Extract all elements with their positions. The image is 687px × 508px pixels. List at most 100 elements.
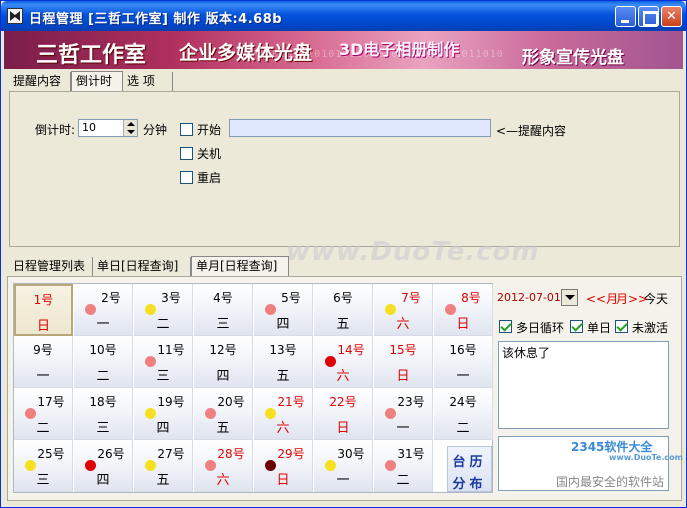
calendar-weekday: 五 <box>276 369 290 384</box>
calendar-day-cell[interactable]: 7号六 <box>374 284 433 336</box>
calendar-day-cell[interactable]: 25号三 <box>14 440 73 492</box>
spinner-arrows-icon[interactable] <box>123 120 137 136</box>
calendar-day-cell[interactable]: 23号一 <box>374 388 433 440</box>
tab-countdown[interactable]: 倒计时 <box>71 71 123 92</box>
calendar-weekday: 日 <box>456 317 470 332</box>
calendar-day-number: 29号 <box>277 447 305 461</box>
calendar-day-cell[interactable]: 8号日 <box>434 284 493 336</box>
slogan-watermark: 国内最安全的软件站 <box>556 475 665 489</box>
calendar-day-cell[interactable]: 21号六 <box>254 388 313 440</box>
calendar-day-cell[interactable]: 20号五 <box>194 388 253 440</box>
calendar-day-number: 27号 <box>157 447 185 461</box>
calendar-weekday: 日 <box>396 369 410 384</box>
minutes-unit-label: 分钟 <box>143 123 168 137</box>
calendar-day-number: 22号 <box>329 395 357 409</box>
calendar-day-cell[interactable]: 14号六 <box>314 336 373 388</box>
top-tab-bar: 提醒内容 倒计时 选 项 <box>9 71 679 92</box>
start-checkbox[interactable] <box>180 123 193 136</box>
calendar-day-cell[interactable]: 22号日 <box>314 388 373 440</box>
calendar-day-cell[interactable]: 3号二 <box>134 284 193 336</box>
calendar-day-number: 5号 <box>281 291 301 305</box>
calendar-weekday: 三 <box>36 473 50 488</box>
maximize-button[interactable] <box>638 6 659 27</box>
calendar-day-number: 2号 <box>101 291 121 305</box>
calendar-weekday: 日 <box>36 319 50 334</box>
calendar-weekday: 二 <box>396 473 410 488</box>
calendar-day-number: 28号 <box>217 447 245 461</box>
today-button[interactable]: 今天 <box>644 290 668 307</box>
prev-month-button[interactable]: <<月 <box>586 290 618 307</box>
calendar-day-number: 1号 <box>33 293 54 307</box>
calendar-day-cell[interactable]: 10号二 <box>74 336 133 388</box>
calendar-weekday: 四 <box>276 317 290 332</box>
calendar-day-number: 15号 <box>389 343 417 357</box>
logo-url-watermark: www.DuoTe.com <box>609 453 683 462</box>
calendar-weekday: 一 <box>396 421 410 436</box>
tab-single-month-query[interactable]: 单月[日程查询] <box>191 256 289 277</box>
shutdown-label: 关机 <box>197 147 222 161</box>
calendar-day-cell[interactable]: 19号四 <box>134 388 193 440</box>
calendar-weekday: 一 <box>336 473 350 488</box>
calendar-day-number: 12号 <box>209 343 237 357</box>
calendar-day-number: 13号 <box>269 343 297 357</box>
single-day-checkbox[interactable] <box>570 320 583 333</box>
reminder-content-input[interactable] <box>229 119 491 137</box>
minimize-button[interactable] <box>615 6 636 27</box>
calendar-day-cell[interactable]: 27号五 <box>134 440 193 492</box>
calendar-day-number: 11号 <box>157 343 185 357</box>
calendar-day-cell[interactable]: 17号二 <box>14 388 73 440</box>
calendar-day-cell[interactable]: 31号二 <box>374 440 433 492</box>
calendar-day-cell[interactable]: 5号四 <box>254 284 313 336</box>
restart-checkbox[interactable] <box>180 171 193 184</box>
calendar-weekday: 日 <box>276 473 290 488</box>
calendar-day-cell[interactable]: 4号三 <box>194 284 253 336</box>
tab-reminder-content[interactable]: 提醒内容 <box>9 72 71 92</box>
calendar-weekday: 一 <box>96 317 110 332</box>
calendar-day-cell[interactable]: 11号三 <box>134 336 193 388</box>
countdown-minutes-spinner[interactable]: 10 <box>78 119 138 137</box>
calendar-day-number: 8号 <box>461 291 481 305</box>
calendar-weekday: 四 <box>96 473 110 488</box>
banner-studio-name: 三哲工作室 <box>36 43 147 68</box>
tab-options[interactable]: 选 项 <box>123 72 173 92</box>
schedule-memo-textarea[interactable]: 该休息了 <box>498 341 669 429</box>
close-button[interactable]: ✕ <box>661 6 682 27</box>
start-label: 开始 <box>197 123 222 137</box>
calendar-weekday: 一 <box>456 369 470 384</box>
calendar-day-number: 19号 <box>157 395 185 409</box>
single-day-label: 单日 <box>587 321 612 335</box>
calendar-day-number: 26号 <box>97 447 125 461</box>
calendar-day-cell[interactable]: 29号日 <box>254 440 313 492</box>
title-bar[interactable]: 日程管理 [三哲工作室] 制作 版本:4.68b ✕ <box>1 1 686 31</box>
calendar-day-cell[interactable]: 2号一 <box>74 284 133 336</box>
tab-schedule-list[interactable]: 日程管理列表 <box>9 257 93 277</box>
calendar-day-cell[interactable]: 16号一 <box>434 336 493 388</box>
calendar-day-cell[interactable]: 9号一 <box>14 336 73 388</box>
countdown-minutes-value: 10 <box>82 121 96 134</box>
date-dropdown-icon[interactable] <box>561 289 578 306</box>
calendar-day-cell[interactable]: 15号日 <box>374 336 433 388</box>
shutdown-checkbox[interactable] <box>180 147 193 160</box>
almanac-line-2: 分布 <box>452 477 487 492</box>
tab-single-day-query[interactable]: 单日[日程查询] <box>93 257 191 277</box>
multi-day-loop-checkbox[interactable] <box>499 320 512 333</box>
calendar-day-cell[interactable]: 12号四 <box>194 336 253 388</box>
calendar-day-cell[interactable]: 30号一 <box>314 440 373 492</box>
inactive-checkbox[interactable] <box>615 320 628 333</box>
banner-slogan-2: 3D电子相册制作 <box>339 40 460 59</box>
calendar-day-number: 25号 <box>37 447 65 461</box>
calendar-weekday: 三 <box>216 317 230 332</box>
calendar-day-cell[interactable]: 6号五 <box>314 284 373 336</box>
banner-slogan-1: 企业多媒体光盘 <box>179 42 313 64</box>
calendar-day-cell[interactable]: 28号六 <box>194 440 253 492</box>
almanac-distribution-button[interactable]: 台历 分布 <box>447 446 492 492</box>
calendar-day-cell[interactable]: 26号四 <box>74 440 133 492</box>
calendar-day-cell[interactable]: 13号五 <box>254 336 313 388</box>
reminder-content-label: <—提醒内容 <box>496 124 567 138</box>
inactive-label: 未激活 <box>632 321 669 335</box>
calendar-day-number: 17号 <box>37 395 65 409</box>
calendar-day-cell[interactable]: 18号三 <box>74 388 133 440</box>
calendar-weekday: 六 <box>276 421 290 436</box>
calendar-day-cell[interactable]: 24号二 <box>434 388 493 440</box>
calendar-day-cell[interactable]: 1号日 <box>14 284 73 336</box>
